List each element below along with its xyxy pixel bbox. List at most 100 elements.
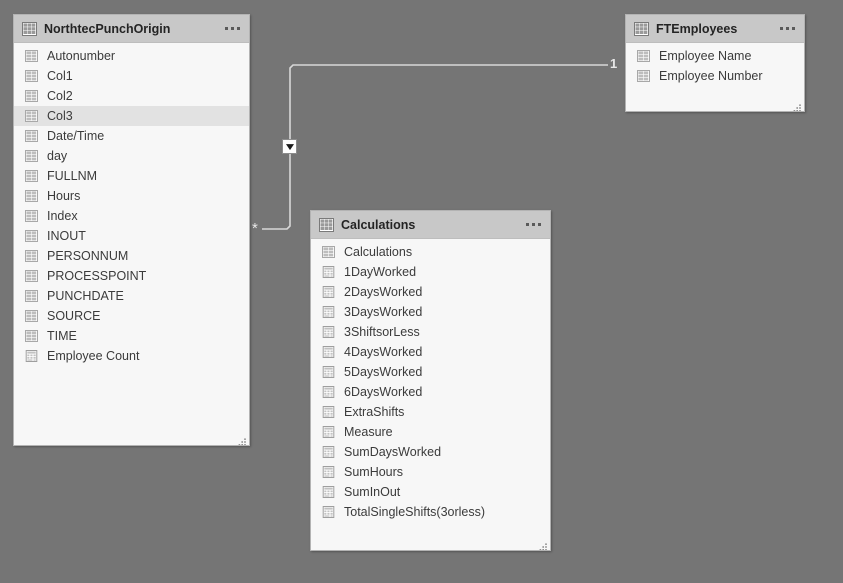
measure-icon <box>322 486 335 498</box>
field-label: Col2 <box>47 89 73 103</box>
column-icon <box>637 70 650 82</box>
field-row[interactable]: 3ShiftsorLess <box>311 322 550 342</box>
field-row[interactable]: 1DayWorked <box>311 262 550 282</box>
field-row[interactable]: 4DaysWorked <box>311 342 550 362</box>
table-icon <box>22 21 37 36</box>
field-label: Measure <box>344 425 393 439</box>
table-header[interactable]: Calculations <box>311 211 550 239</box>
table-icon <box>634 21 649 36</box>
column-icon <box>25 130 38 142</box>
field-row[interactable]: FULLNM <box>14 166 249 186</box>
field-row[interactable]: Index <box>14 206 249 226</box>
column-icon <box>25 250 38 262</box>
table-header[interactable]: NorthtecPunchOrigin <box>14 15 249 43</box>
dot <box>780 27 783 30</box>
table-card-calculations[interactable]: Calculations Calculations 1DayWorked 2Days… <box>310 210 551 551</box>
field-row[interactable]: 2DaysWorked <box>311 282 550 302</box>
relationship-line <box>262 64 608 230</box>
model-diagram-canvas[interactable]: 1 * NorthtecPunchOrigin Autonumber Col1 … <box>0 0 843 583</box>
field-label: day <box>47 149 68 163</box>
field-row[interactable]: ExtraShifts <box>311 402 550 422</box>
column-icon <box>25 170 38 182</box>
field-label: 2DaysWorked <box>344 285 423 299</box>
measure-icon <box>322 406 335 418</box>
field-label: Calculations <box>344 245 413 259</box>
field-row[interactable]: day <box>14 146 249 166</box>
measure-icon <box>322 446 335 458</box>
field-row[interactable]: Measure <box>311 422 550 442</box>
resize-grip[interactable] <box>793 100 802 111</box>
field-label: 6DaysWorked <box>344 385 423 399</box>
measure-icon <box>322 466 335 478</box>
column-icon <box>322 246 335 258</box>
field-row[interactable]: Col3 <box>14 106 249 126</box>
table-title: FTEmployees <box>656 21 738 36</box>
resize-grip[interactable] <box>539 539 548 550</box>
dot <box>231 27 234 30</box>
field-label: Autonumber <box>47 49 116 63</box>
field-row[interactable]: PROCESSPOINT <box>14 266 249 286</box>
table-more-options-button[interactable] <box>223 23 242 34</box>
column-icon <box>25 50 38 62</box>
table-more-options-button[interactable] <box>778 23 797 34</box>
field-list[interactable]: Employee Name Employee Number <box>626 43 804 111</box>
field-row[interactable]: INOUT <box>14 226 249 246</box>
field-row[interactable]: SumHours <box>311 462 550 482</box>
field-label: SumHours <box>344 465 404 479</box>
measure-icon <box>322 346 335 358</box>
measure-icon <box>25 350 38 362</box>
field-label: ExtraShifts <box>344 405 405 419</box>
field-row[interactable]: TotalSingleShifts(3orless) <box>311 502 550 522</box>
field-row[interactable]: Calculations <box>311 242 550 262</box>
table-card-ftemployees[interactable]: FTEmployees Employee Name Employee Number <box>625 14 805 112</box>
relationship-cardinality-many[interactable]: * <box>252 221 258 236</box>
field-row[interactable]: 3DaysWorked <box>311 302 550 322</box>
field-row[interactable]: 6DaysWorked <box>311 382 550 402</box>
field-row[interactable]: SOURCE <box>14 306 249 326</box>
field-label: Employee Count <box>47 349 140 363</box>
relationship-cardinality-one[interactable]: 1 <box>610 57 617 70</box>
table-title: Calculations <box>341 217 416 232</box>
field-row[interactable]: Col1 <box>14 66 249 86</box>
field-row[interactable]: Employee Count <box>14 346 249 366</box>
field-row[interactable]: Autonumber <box>14 46 249 66</box>
table-title: NorthtecPunchOrigin <box>44 21 171 36</box>
field-row[interactable]: Employee Name <box>626 46 804 66</box>
field-row[interactable]: SumInOut <box>311 482 550 502</box>
filter-direction-arrow-icon[interactable] <box>282 139 297 154</box>
table-header[interactable]: FTEmployees <box>626 15 804 43</box>
field-list[interactable]: Calculations 1DayWorked 2DaysWorked 3DaysWo… <box>311 239 550 550</box>
field-label: 1DayWorked <box>344 265 417 279</box>
field-label: Hours <box>47 189 81 203</box>
field-label: INOUT <box>47 229 86 243</box>
column-icon <box>25 290 38 302</box>
field-row[interactable]: PERSONNUM <box>14 246 249 266</box>
field-row[interactable]: SumDaysWorked <box>311 442 550 462</box>
dot <box>786 27 789 30</box>
field-list[interactable]: Autonumber Col1 Col2 Col3 Date/Time day FULLNM… <box>14 43 249 445</box>
field-label: 4DaysWorked <box>344 345 423 359</box>
field-label: Col3 <box>47 109 73 123</box>
field-label: TIME <box>47 329 77 343</box>
field-row[interactable]: Col2 <box>14 86 249 106</box>
field-row[interactable]: PUNCHDATE <box>14 286 249 306</box>
table-more-options-button[interactable] <box>524 219 543 230</box>
field-row[interactable]: TIME <box>14 326 249 346</box>
field-label: Date/Time <box>47 129 105 143</box>
field-label: 5DaysWorked <box>344 365 423 379</box>
dot <box>225 27 228 30</box>
field-row[interactable]: Hours <box>14 186 249 206</box>
table-card-northtecpunchorigin[interactable]: NorthtecPunchOrigin Autonumber Col1 Col2 Co… <box>13 14 250 446</box>
measure-icon <box>322 306 335 318</box>
dot <box>237 27 240 30</box>
dot <box>792 27 795 30</box>
resize-grip[interactable] <box>238 434 247 445</box>
field-row[interactable]: 5DaysWorked <box>311 362 550 382</box>
column-icon <box>637 50 650 62</box>
column-icon <box>25 210 38 222</box>
field-label: 3ShiftsorLess <box>344 325 420 339</box>
measure-icon <box>322 266 335 278</box>
field-row[interactable]: Date/Time <box>14 126 249 146</box>
field-row[interactable]: Employee Number <box>626 66 804 86</box>
field-label: FULLNM <box>47 169 98 183</box>
